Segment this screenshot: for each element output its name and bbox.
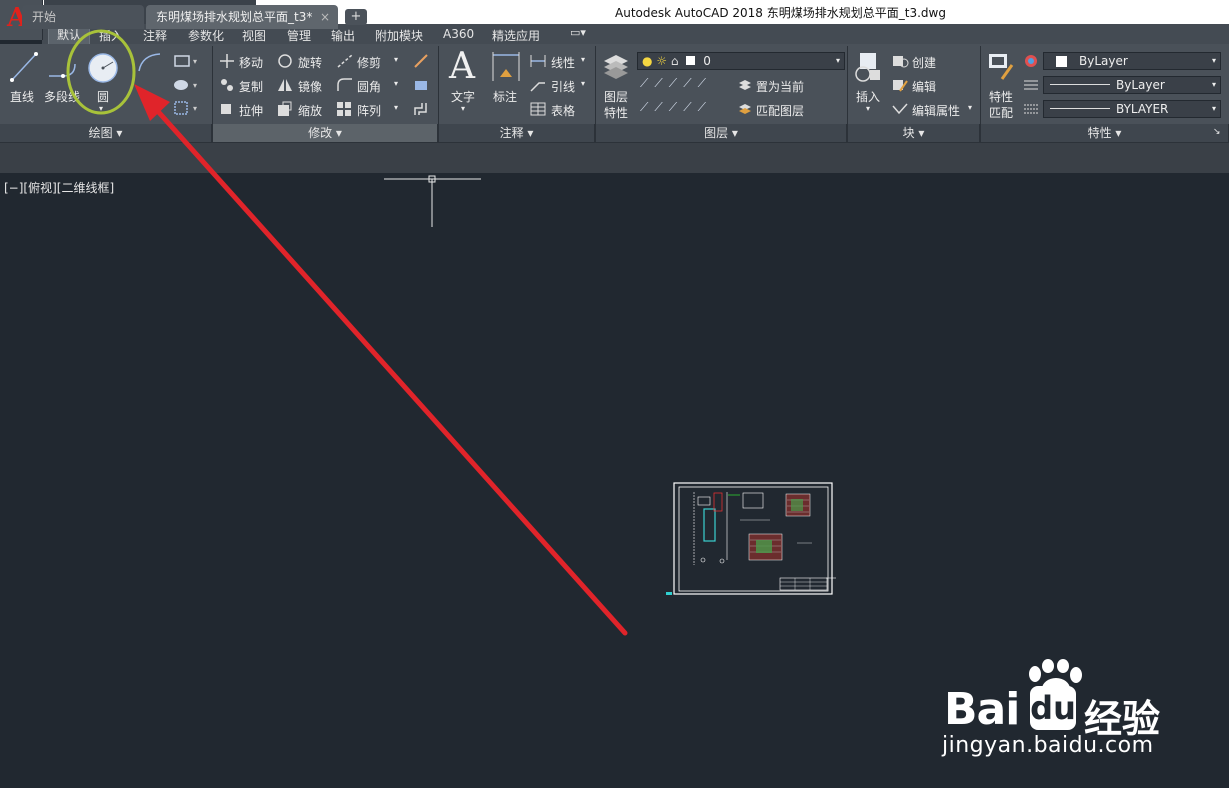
red-arrow-annotation (134, 84, 628, 636)
watermark-url: jingyan.baidu.com (942, 733, 1154, 758)
crosshair-cursor (384, 175, 481, 227)
drawing-sheet[interactable] (666, 482, 836, 595)
watermark-paw-box: du (1030, 686, 1076, 730)
highlight-ellipse (66, 29, 136, 115)
watermark-brand-bai: Bai (944, 684, 1020, 735)
watermark-brand-du: du (1030, 689, 1076, 727)
